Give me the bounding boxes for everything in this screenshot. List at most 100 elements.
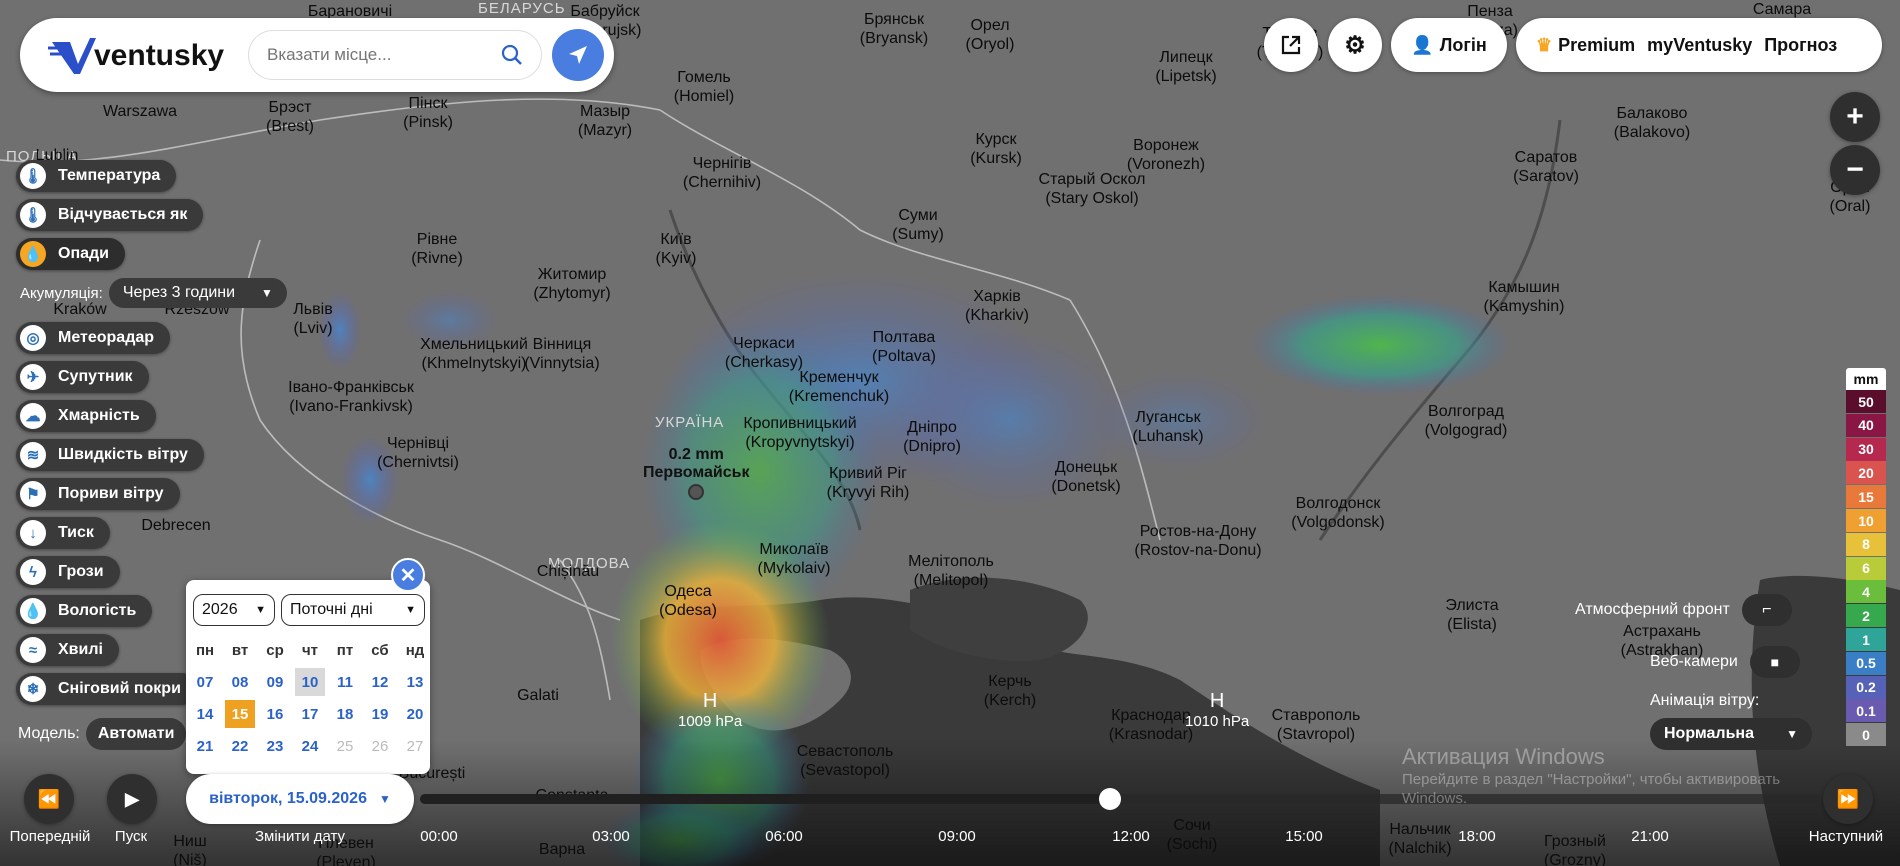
zoom-in-button[interactable]: + (1830, 92, 1880, 142)
layer-cloud[interactable]: ☁ Хмарність (16, 400, 156, 432)
layer-radar[interactable]: ◎ Метеорадар (16, 322, 171, 354)
city-label[interactable]: Волгоград (Volgograd) (1425, 402, 1508, 440)
city-label[interactable]: Чернівці (Chernivtsi) (377, 434, 459, 472)
previous-button[interactable]: ⏪ (24, 774, 74, 824)
calendar-day[interactable]: 16 (260, 700, 290, 728)
settings-button[interactable]: ⚙ (1328, 18, 1382, 72)
search-icon[interactable] (501, 44, 523, 66)
calendar-day[interactable]: 07 (190, 668, 220, 696)
city-label[interactable]: Брянськ (Bryansk) (860, 10, 928, 48)
city-label[interactable]: Суми (Sumy) (892, 206, 944, 244)
city-label[interactable]: Debrecen (141, 516, 210, 535)
city-label[interactable]: Краснодар (Krasnodar) (1109, 706, 1193, 744)
calendar-day[interactable]: 08 (225, 668, 255, 696)
calendar-day[interactable]: 11 (330, 668, 360, 696)
layer-waves[interactable]: ≈ Хвилі (16, 634, 119, 666)
date-picker-button[interactable]: вівторок, 15.09.2026 ▼ (186, 774, 414, 824)
city-label[interactable]: Chișinău (537, 562, 599, 581)
city-label[interactable]: Варна (539, 840, 585, 859)
point-marker[interactable]: 0.2 mm Первомайськ (643, 446, 749, 500)
city-label[interactable]: Львів (Lviv) (293, 300, 332, 338)
city-label[interactable]: Кропивницький (Kropyvnytskyi) (743, 414, 856, 452)
city-label[interactable]: Хмельницький (Khmelnytskyi) (420, 335, 528, 373)
calendar-day[interactable]: 18 (330, 700, 360, 728)
layer-humidity[interactable]: 💧 Вологість (16, 595, 153, 627)
city-label[interactable]: Ниш (Niš) (173, 832, 207, 866)
city-label[interactable]: Galati (517, 686, 559, 705)
myventusky-link[interactable]: myVentusky (1647, 35, 1752, 56)
layer-feels-like[interactable]: 🌡 Відчувається як (16, 199, 204, 231)
city-label[interactable]: Чернігів (Chernihiv) (683, 154, 761, 192)
city-label[interactable]: Рівне (Rivne) (411, 230, 463, 268)
calendar-day[interactable]: 20 (400, 700, 430, 728)
city-label[interactable]: Липецк (Lipetsk) (1155, 48, 1216, 86)
play-button[interactable]: ▶ (107, 774, 157, 824)
city-label[interactable]: Элиста (Elista) (1445, 596, 1498, 634)
city-label[interactable]: Миколаїв (Mykolaiv) (758, 540, 831, 578)
city-label[interactable]: Гомель (Homiel) (674, 68, 734, 106)
year-select[interactable]: 2026 ▼ (193, 594, 275, 626)
city-label[interactable]: Ростов-на-Дону (Rostov-na-Donu) (1134, 522, 1261, 560)
timeline-time[interactable]: 03:00 (592, 828, 630, 845)
calendar-day[interactable]: 19 (365, 700, 395, 728)
timeline-time[interactable]: 06:00 (765, 828, 803, 845)
city-label[interactable]: Старый Оскол (Stary Oskol) (1039, 170, 1146, 208)
calendar-close-button[interactable]: ✕ (391, 558, 425, 592)
timeline-time[interactable]: 15:00 (1285, 828, 1323, 845)
layer-thermometer[interactable]: 🌡 Температура (16, 160, 177, 192)
layer-lightning[interactable]: ϟ Грози (16, 556, 120, 588)
timeline-time[interactable]: 00:00 (420, 828, 458, 845)
timeline-time[interactable]: 21:00 (1631, 828, 1669, 845)
city-label[interactable]: Київ (Kyiv) (656, 230, 697, 268)
city-label[interactable]: Орел (Oryol) (966, 16, 1015, 54)
city-label[interactable]: Курск (Kursk) (970, 130, 1022, 168)
logo[interactable]: ventusky (48, 36, 224, 76)
calendar-day[interactable]: 21 (190, 732, 220, 760)
locate-button[interactable] (552, 29, 604, 81)
city-label[interactable]: Брэст (Brest) (266, 98, 314, 136)
login-button[interactable]: 👤 Логін (1391, 18, 1507, 72)
city-label[interactable]: Одеса (Odesa) (659, 582, 717, 620)
city-label[interactable]: Мелітополь (Melitopol) (908, 552, 994, 590)
city-label[interactable]: Житомир (Zhytomyr) (533, 265, 610, 303)
city-label[interactable]: Ставрополь (Stavropol) (1272, 706, 1361, 744)
city-label[interactable]: Самара (1753, 0, 1811, 19)
layer-snow[interactable]: ❄ Сніговий покри (16, 673, 197, 705)
calendar-day[interactable]: 14 (190, 700, 220, 728)
calendar-day[interactable]: 09 (260, 668, 290, 696)
city-label[interactable]: Грозный (Grozny) (1544, 832, 1606, 866)
calendar-day[interactable]: 13 (400, 668, 430, 696)
calendar-day[interactable]: 12 (365, 668, 395, 696)
calendar-day[interactable]: 17 (295, 700, 325, 728)
layer-wind-gust[interactable]: ⚑ Пориви вітру (16, 478, 180, 510)
calendar-day[interactable]: 24 (295, 732, 325, 760)
calendar-day[interactable]: 22 (225, 732, 255, 760)
city-label[interactable]: Черкаси (Cherkasy) (725, 334, 803, 372)
zoom-out-button[interactable]: − (1830, 145, 1880, 195)
city-label[interactable]: Вінниця (Vinnytsia) (524, 335, 599, 373)
city-label[interactable]: Мазыр (Mazyr) (578, 102, 632, 140)
city-label[interactable]: Воронеж (Voronezh) (1127, 136, 1205, 174)
city-label[interactable]: Сочи (Sochi) (1167, 816, 1218, 854)
city-label[interactable]: Івано-Франківськ (Ivano-Frankivsk) (288, 378, 414, 416)
calendar-day[interactable]: 10 (295, 668, 325, 696)
share-button[interactable] (1264, 18, 1318, 72)
search-field[interactable] (248, 30, 542, 80)
calendar-day[interactable]: 15 (225, 700, 255, 728)
layer-pressure[interactable]: ↓ Тиск (16, 517, 110, 549)
city-label[interactable]: Пінск (Pinsk) (403, 94, 453, 132)
city-label[interactable]: Кременчук (Kremenchuk) (789, 368, 889, 406)
city-label[interactable]: Warszawa (103, 102, 177, 121)
layer-precipitation[interactable]: 💧 Опади (16, 238, 125, 270)
city-label[interactable]: Полтава (Poltava) (872, 328, 936, 366)
city-label[interactable]: Керчь (Kerch) (984, 672, 1036, 710)
model-select[interactable]: Автомати (85, 718, 187, 750)
days-mode-select[interactable]: Поточні дні ▼ (281, 594, 425, 626)
premium-link[interactable]: Premium (1558, 35, 1635, 56)
layer-wind[interactable]: ≋ Швидкість вітру (16, 439, 204, 471)
search-input[interactable] (267, 45, 501, 65)
accumulation-select[interactable]: Через 3 години ▼ (108, 278, 287, 308)
layer-satellite[interactable]: ✈ Супутник (16, 361, 149, 393)
calendar-day[interactable]: 23 (260, 732, 290, 760)
city-label[interactable]: Луганськ (Luhansk) (1132, 408, 1203, 446)
